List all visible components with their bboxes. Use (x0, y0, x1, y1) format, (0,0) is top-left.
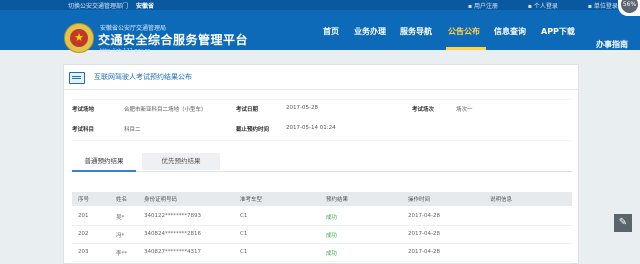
cell-name: 吴* (116, 215, 125, 221)
col-name: 姓名 (116, 197, 128, 203)
panel-title: 互联网驾驶人考试预约结果公布 (94, 73, 192, 81)
province-selector[interactable]: 安徽省 (136, 3, 154, 10)
session-value: 场次一 (456, 107, 473, 113)
col-operation-time: 操作时间 (408, 197, 431, 203)
exam-date-label: 考试日期 (236, 107, 259, 113)
cell-result: 成功 (326, 251, 338, 257)
exam-info: 考试场地 合肥市新亚科目二场地（小型车） 考试日期 2017-05-28 考试场… (72, 99, 572, 141)
nav-item-guide[interactable]: 服务导航 (400, 26, 432, 37)
col-index: 序号 (78, 197, 90, 203)
exam-site-value: 合肥市新亚科目二场地（小型车） (124, 107, 207, 113)
exam-site-label: 考试场地 (72, 107, 95, 113)
cell-vehicle-type: C1 (240, 213, 248, 219)
gauge-value: 56% (621, 0, 638, 13)
exam-date-value: 2017-05-28 (286, 105, 318, 111)
top-bar-left: 切换公安交通管理部门 安徽省 (68, 1, 154, 10)
result-tabs: 普通预约结果 优先预约结果 (72, 153, 572, 172)
tab-normal-results[interactable]: 普通预约结果 (72, 153, 136, 172)
cell-index: 202 (78, 231, 89, 237)
tab-priority-results[interactable]: 优先预约结果 (142, 153, 220, 170)
cell-result: 成功 (326, 233, 338, 239)
site-url: http://ah.122.gov.cn (100, 48, 151, 54)
nav-item-home[interactable]: 首页 (323, 26, 339, 37)
cell-index: 203 (78, 249, 89, 255)
list-icon (69, 72, 85, 84)
subject-value: 科目二 (124, 127, 141, 133)
col-notes: 说明信息 (490, 197, 513, 203)
deadline-value: 2017-05-14 01:24 (286, 125, 336, 131)
personal-login-link[interactable]: ▪ 个人登录 (528, 3, 572, 10)
speed-gauge-widget[interactable]: 56% (618, 0, 640, 16)
col-id-number: 身份证明号码 (144, 197, 178, 203)
cell-operation-time: 2017-04-28 (408, 249, 440, 255)
cell-id-number: 340827********4317 (144, 249, 201, 255)
cell-result: 成功 (326, 215, 338, 221)
cell-vehicle-type: C1 (240, 249, 248, 255)
nav-item-announcements[interactable]: 公告公布 (448, 26, 480, 37)
cell-name: 冯* (116, 233, 125, 239)
table-header: 序号 姓名 身份证明号码 准考车型 预约结果 操作时间 说明信息 (72, 192, 572, 206)
edit-icon[interactable]: ✎ (614, 214, 632, 232)
col-vehicle-type: 准考车型 (240, 197, 263, 203)
subject-label: 考试科目 (72, 127, 95, 133)
cell-vehicle-type: C1 (240, 231, 248, 237)
nav-item-service-guide[interactable]: 办事指南 (596, 39, 628, 50)
nav-item-business[interactable]: 业务办理 (354, 26, 386, 37)
police-emblem-icon: ★ (64, 23, 94, 53)
cell-operation-time: 2017-04-28 (408, 231, 440, 237)
session-label: 考试场次 (412, 107, 435, 113)
nav-item-app-download[interactable]: APP下载 (541, 26, 575, 37)
cell-operation-time: 2017-04-28 (408, 213, 440, 219)
cell-name: 李** (116, 251, 128, 257)
table-row: 202 冯* 340824********2816 C1 成功 2017-04-… (72, 225, 572, 244)
emblem-center: ★ (70, 29, 88, 47)
cell-id-number: 340824********2816 (144, 231, 201, 237)
switch-department-link[interactable]: 切换公安交通管理部门 (68, 3, 128, 10)
result-panel: 互联网驾驶人考试预约结果公布 考试场地 合肥市新亚科目二场地（小型车） 考试日期… (63, 64, 579, 264)
col-result: 预约结果 (326, 197, 349, 203)
nav-active-underline (446, 47, 486, 50)
top-bar-right: ▪ 用户注册 ▪ 个人登录 ▪ 单位登录 (468, 1, 640, 10)
site-title: 交通安全综合服务管理平台 (98, 33, 249, 47)
top-bar: 切换公安交通管理部门 安徽省 ▪ 用户注册 ▪ 个人登录 ▪ 单位登录 (0, 0, 640, 10)
deadline-label: 截止预约时间 (236, 127, 270, 133)
table-row: 201 吴* 340122********7893 C1 成功 2017-04-… (72, 207, 572, 226)
nav-item-inquiry[interactable]: 信息查询 (494, 26, 526, 37)
cell-id-number: 340122********7893 (144, 213, 201, 219)
panel-header: 互联网驾驶人考试预约结果公布 (64, 65, 578, 90)
table-row: 203 李** 340827********4317 C1 成功 2017-04… (72, 243, 572, 262)
cell-index: 201 (78, 213, 89, 219)
user-register-link[interactable]: ▪ 用户注册 (468, 3, 512, 10)
